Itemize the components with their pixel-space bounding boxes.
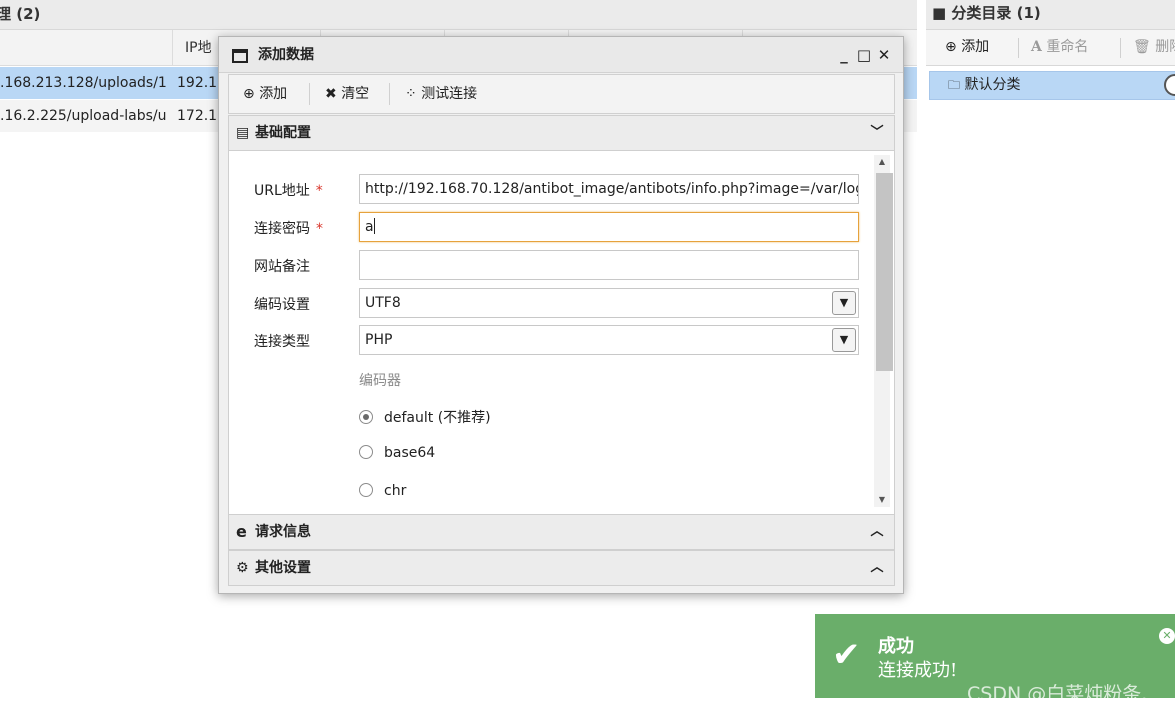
chevron-down-icon: ﹀	[870, 125, 884, 140]
close-icon[interactable]: ✕	[1159, 628, 1175, 644]
add-button[interactable]: ⊕ 添加	[243, 75, 287, 113]
scrollbar-thumb[interactable]	[876, 173, 893, 371]
note-input[interactable]	[359, 250, 859, 280]
encoding-select[interactable]: UTF8 ▼	[359, 288, 859, 318]
category-delete-button[interactable]: 🗑 删除	[1133, 30, 1175, 66]
minimize-button[interactable]: _	[836, 45, 852, 65]
trash-icon: 🗑	[1133, 39, 1151, 55]
category-add-button[interactable]: ⊕ 添加	[945, 30, 989, 66]
encoder-option-base64[interactable]: base64	[359, 445, 435, 461]
category-add-label: 添加	[961, 39, 990, 55]
dialog-toolbar: ⊕ 添加 ✖ 清空 ⁘ 测试连接	[228, 74, 895, 114]
ie-icon: e	[236, 522, 247, 541]
list-panel-title: 理 (2)	[0, 5, 41, 23]
encoder-option-label: default (不推荐)	[384, 410, 491, 426]
x-icon: ✖	[325, 86, 337, 102]
checkmark-icon: ✔	[832, 635, 861, 675]
toast-message: 连接成功!	[878, 660, 958, 681]
url-input[interactable]: http://192.168.70.128/antibot_image/anti…	[359, 174, 859, 204]
folder-icon: ■	[932, 4, 947, 22]
section-request-label: 请求信息	[255, 524, 311, 540]
encoder-option-chr[interactable]: chr	[359, 483, 406, 499]
plus-circle-icon: ⊕	[243, 86, 255, 102]
toolbar-divider	[1018, 38, 1019, 58]
url-label-text: URL地址	[254, 183, 310, 199]
chevron-up-icon: ︿	[870, 524, 884, 539]
window-icon	[232, 49, 248, 63]
required-mark: *	[316, 221, 323, 237]
category-toolbar: ⊕ 添加 A 重命名 🗑 删除	[926, 30, 1175, 66]
section-request-info[interactable]: e 请求信息 ︿	[228, 514, 895, 550]
gears-icon: ⚙	[236, 560, 249, 576]
scroll-up-arrow-icon[interactable]: ▲	[874, 155, 890, 169]
chevron-down-icon[interactable]: ▼	[832, 328, 856, 352]
clear-button[interactable]: ✖ 清空	[325, 75, 369, 113]
encoder-option-label: chr	[384, 483, 407, 499]
type-select[interactable]: PHP ▼	[359, 325, 859, 355]
encoder-option-default[interactable]: default (不推荐)	[359, 407, 491, 427]
test-connection-button[interactable]: ⁘ 测试连接	[405, 75, 477, 113]
folder-open-icon: 🗀	[948, 78, 961, 92]
toolbar-divider	[1120, 38, 1121, 58]
category-delete-label: 删除	[1155, 39, 1175, 55]
chevron-up-icon: ︿	[870, 560, 884, 575]
url-label: URL地址 *	[254, 180, 323, 200]
list-panel-header: 理 (2)	[0, 0, 917, 30]
test-connection-label: 测试连接	[421, 86, 478, 102]
note-label: 网站备注	[254, 259, 310, 275]
category-rename-button[interactable]: A 重命名	[1031, 30, 1088, 66]
clear-label: 清空	[341, 86, 370, 102]
scroll-down-arrow-icon[interactable]: ▼	[874, 493, 890, 507]
type-label: 连接类型	[254, 334, 310, 350]
section-other-settings[interactable]: ⚙ 其他设置 ︿	[228, 550, 895, 586]
section-basic-label: 基础配置	[255, 125, 311, 141]
password-label: 连接密码 *	[254, 218, 323, 238]
type-value: PHP	[365, 332, 393, 348]
text-caret	[373, 218, 375, 234]
toast-title: 成功	[878, 636, 914, 657]
category-panel-header: ■ 分类目录 (1)	[926, 0, 1175, 30]
toolbar-divider	[389, 83, 390, 105]
close-button[interactable]: ✕	[876, 45, 892, 65]
chevron-down-icon[interactable]: ▼	[832, 291, 856, 315]
section-other-label: 其他设置	[255, 560, 311, 576]
column-url[interactable]	[0, 30, 172, 66]
add-label: 添加	[259, 86, 288, 102]
basic-config-form: URL地址 * http://192.168.70.128/antibot_ima…	[228, 151, 895, 515]
file-icon: ▤	[236, 125, 250, 141]
encoding-value: UTF8	[365, 295, 401, 311]
radio-unchecked[interactable]	[359, 445, 373, 459]
category-item-default[interactable]: 🗀 默认分类	[929, 71, 1175, 100]
category-panel-title: 分类目录 (1)	[951, 4, 1041, 22]
row-url-cell: .16.2.225/upload-labs/u	[0, 108, 167, 124]
dialog-title: 添加数据	[258, 47, 314, 63]
dialog-titlebar[interactable]: 添加数据 _ □ ✕	[219, 37, 903, 73]
watermark: CSDN @白菜炖粉条.	[967, 683, 1148, 705]
font-icon: A	[1031, 39, 1042, 55]
encoding-label: 编码设置	[254, 297, 310, 313]
password-label-text: 连接密码	[254, 221, 310, 237]
category-panel: ■ 分类目录 (1) ⊕ 添加 A 重命名 🗑 删除 🗀 默认分类	[917, 0, 1175, 713]
toolbar-divider	[309, 83, 310, 105]
category-item-label: 默认分类	[964, 77, 1021, 93]
form-scrollbar[interactable]: ▲ ▼	[874, 155, 893, 507]
radio-unchecked[interactable]	[359, 483, 373, 497]
required-mark: *	[315, 183, 323, 199]
radio-checked[interactable]	[359, 410, 373, 424]
category-count-badge	[1164, 74, 1175, 96]
add-data-dialog: 添加数据 _ □ ✕ ⊕ 添加 ✖ 清空 ⁘ 测试连接 ▤ 基础配置 ﹀ URL…	[218, 36, 904, 594]
category-rename-label: 重命名	[1046, 39, 1089, 55]
spinner-icon: ⁘	[405, 86, 417, 102]
maximize-button[interactable]: □	[856, 45, 872, 65]
section-basic-config[interactable]: ▤ 基础配置 ﹀	[228, 115, 895, 151]
plus-circle-icon: ⊕	[945, 39, 957, 55]
encoder-option-label: base64	[384, 445, 436, 461]
encoder-group-title: 编码器	[359, 373, 401, 389]
password-value: a	[365, 219, 374, 235]
row-url-cell: .168.213.128/uploads/1	[0, 75, 167, 91]
password-input[interactable]: a	[359, 212, 859, 242]
